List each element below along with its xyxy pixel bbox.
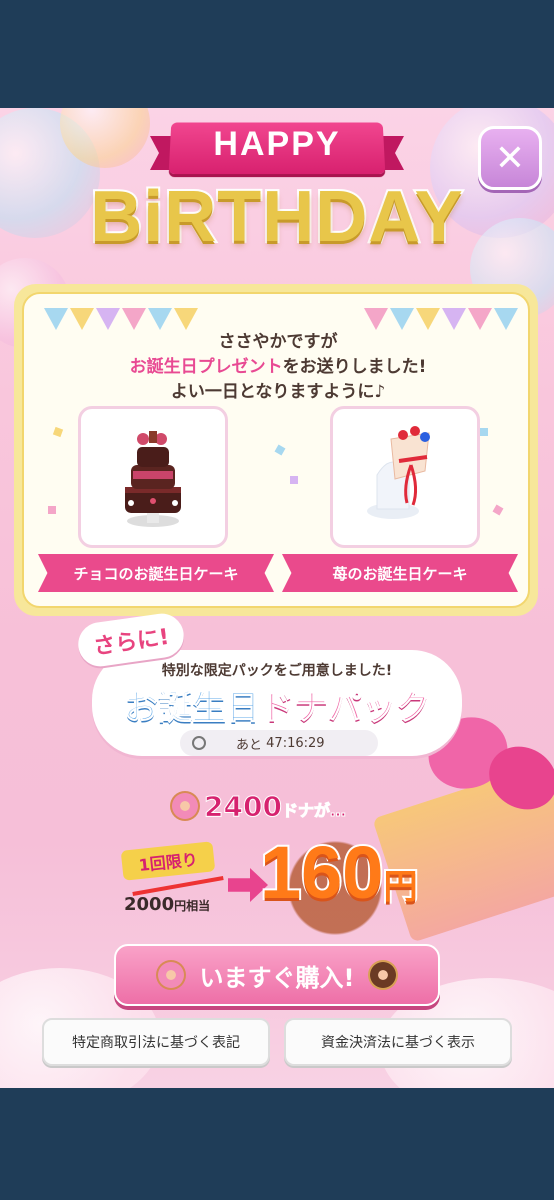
message-line-2-rest: をお送りしました! [282, 357, 427, 377]
chocolate-donut-icon [368, 960, 399, 990]
legal-commerce-button[interactable]: 特定商取引法に基づく表記 [42, 1018, 270, 1066]
offer-timer: あと 47:16:29 [180, 730, 378, 756]
top-bar [0, 0, 554, 108]
message-line-1: ささやかですが [218, 332, 338, 352]
confetti [48, 506, 56, 514]
old-price-suffix: 円相当 [174, 899, 211, 913]
message-line-2: お誕生日プレゼントをお送りしました! [24, 355, 532, 380]
present-message: ささやかですが お誕生日プレゼントをお送りしました! よい一日となりますように♪ [24, 330, 532, 405]
gift-item-strawberry-cake [330, 406, 480, 548]
message-line-3: よい一日となりますように♪ [170, 382, 386, 402]
birthday-popup: HAPPY BiRTHDAY ✕ ささやかですが お誕生日プレゼントをお送りしま… [0, 108, 554, 1088]
old-price-strike [132, 876, 224, 896]
gift-label-strawberry-cake: 苺のお誕生日ケーキ [282, 554, 518, 592]
gift-label-chocolate-cake: チョコのお誕生日ケーキ [38, 554, 274, 592]
donut-suffix: ドナが… [281, 800, 346, 820]
timer-value: 47:16:29 [266, 735, 325, 751]
close-icon: ✕ [494, 137, 526, 179]
happy-text: HAPPY [213, 125, 341, 163]
donut-icon [155, 960, 186, 990]
offer-title: お誕生日ドナパック [92, 680, 462, 729]
bottom-bar [0, 1088, 554, 1200]
close-button[interactable]: ✕ [478, 126, 542, 190]
offer-subtitle: 特別な限定パックをご用意しました! [161, 663, 393, 679]
clock-icon [192, 736, 206, 750]
offer-title-part2: ドナパック [260, 688, 431, 729]
once-badge: 1回限り [120, 841, 216, 881]
buy-now-button[interactable]: いますぐ購入! [114, 944, 440, 1006]
birthday-title: BiRTHDAY [88, 175, 464, 259]
offer-title-part1: お誕生日 [124, 688, 261, 729]
donut-amount-line: 2400ドナが… [170, 786, 346, 826]
donut-amount: 2400 [204, 789, 283, 823]
new-price-value: 160 [258, 829, 385, 916]
confetti [290, 476, 298, 484]
message-highlight: お誕生日プレゼント [129, 357, 283, 377]
legal-payment-button[interactable]: 資金決済法に基づく表示 [284, 1018, 512, 1066]
strawberry-cake-icon [367, 426, 430, 519]
new-price: 160円 [258, 829, 419, 916]
old-price: 2000円相当 [124, 894, 210, 915]
new-price-unit: 円 [381, 866, 419, 908]
old-price-value: 2000 [124, 894, 175, 915]
buy-now-label: いますぐ購入! [199, 963, 355, 992]
donut-icon [170, 791, 200, 821]
confetti [480, 428, 488, 436]
chocolate-cake-icon [125, 431, 181, 527]
timer-prefix: あと [236, 737, 263, 753]
gift-item-chocolate-cake [78, 406, 228, 548]
